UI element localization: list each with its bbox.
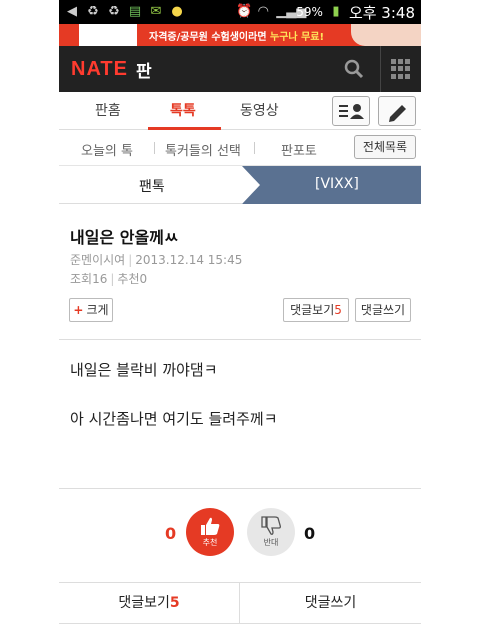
subtab-today[interactable]: 오늘의 톡 xyxy=(81,140,133,159)
bottom-comment-count: 5 xyxy=(169,595,180,611)
breadcrumb-shape xyxy=(59,166,421,204)
wifi-icon: ◠ xyxy=(257,4,269,19)
clock: 오후 3:48 xyxy=(348,3,415,22)
write-comment-button[interactable]: 댓글쓰기 xyxy=(355,298,411,322)
ad-banner[interactable]: 자격증/공무원 수험생이라면 누구나 무료! xyxy=(59,24,421,46)
battery-percent: 59% xyxy=(296,5,323,19)
mail-icon: ✉ xyxy=(150,4,162,19)
status-bar: ◀ ♻ ♻ ▤ ✉ ● ⏰ ◠ ▁▃▅ 59% ▮ 오후 3:48 xyxy=(59,0,421,24)
post-stats: 조회16 | 추천0 xyxy=(70,272,148,286)
subtab-separator xyxy=(254,142,255,154)
tab-talk[interactable]: 톡톡 xyxy=(170,100,196,120)
view-comments-label: 댓글보기 xyxy=(290,303,335,317)
post-author[interactable]: 준멘이시여 xyxy=(70,253,125,267)
user-list-icon xyxy=(339,104,364,119)
up-vote-count: 0 xyxy=(165,524,177,543)
font-bigger-label: 크게 xyxy=(86,303,109,317)
recommend-label: 추천 xyxy=(202,538,218,547)
oppose-label: 반대 xyxy=(263,538,279,547)
talk-icon: ● xyxy=(171,4,183,19)
font-bigger-button[interactable]: + 크게 xyxy=(69,298,113,322)
battery-icon: ▮ xyxy=(332,4,340,19)
bottom-view-comments-label: 댓글보기 xyxy=(118,595,170,611)
section-title[interactable]: 판 xyxy=(136,57,152,82)
post-body-line: 아 시간좀나면 여기도 들려주께ㅋ xyxy=(70,410,278,428)
recycle-icon: ♻ xyxy=(87,4,99,19)
bottom-view-comments-button[interactable]: 댓글보기5 xyxy=(59,583,239,623)
recycle-icon: ♻ xyxy=(108,4,120,19)
notification-icon: ◀ xyxy=(67,4,77,19)
views-label: 조회 xyxy=(70,272,93,286)
subtab-choice[interactable]: 톡커들의 선택 xyxy=(165,140,241,159)
breadcrumb: 팬톡 [VIXX] xyxy=(59,166,421,204)
pencil-icon xyxy=(389,105,406,122)
breadcrumb-fantalk[interactable]: 팬톡 xyxy=(139,176,165,196)
post-title: 내일은 안올께ㅆ xyxy=(70,228,179,247)
bottom-action-bar: 댓글보기5 댓글쓰기 xyxy=(59,582,421,624)
down-vote-count: 0 xyxy=(304,524,316,543)
bottom-write-comment-button[interactable]: 댓글쓰기 xyxy=(240,583,421,623)
recommend-count: 0 xyxy=(139,272,148,286)
tab-video[interactable]: 동영상 xyxy=(240,100,279,120)
comment-count: 5 xyxy=(334,303,342,317)
alarm-icon: ⏰ xyxy=(236,4,253,19)
ad-text: 자격증/공무원 수험생이라면 누구나 무료! xyxy=(149,31,325,43)
plus-icon: + xyxy=(73,303,84,317)
signal-icon: ▁▃▅ xyxy=(276,4,307,19)
views-count: 16 xyxy=(92,272,108,286)
app-header: NATE 판 xyxy=(59,46,421,92)
post-body-line: 내일은 블락비 까야댐ㅋ xyxy=(70,361,218,379)
main-tabs: 판홈 톡톡 동영상 xyxy=(59,92,421,130)
search-icon[interactable] xyxy=(343,58,365,80)
breadcrumb-vixx[interactable]: [VIXX] xyxy=(315,176,359,192)
ad-logo xyxy=(79,24,137,46)
body-divider xyxy=(59,488,421,489)
thumbs-up-icon xyxy=(201,517,220,535)
view-comments-button[interactable]: 댓글보기5 xyxy=(283,298,349,322)
sub-tabs: 오늘의 톡 톡커들의 선택 판포토 전체목록 xyxy=(59,130,421,166)
thumbs-down-icon xyxy=(261,516,281,535)
write-button[interactable] xyxy=(378,96,416,126)
recommend-button[interactable]: 추천 xyxy=(186,508,234,556)
grid-menu-icon[interactable] xyxy=(391,59,411,79)
tab-home[interactable]: 판홈 xyxy=(95,100,121,120)
header-divider xyxy=(380,46,381,92)
recommend-label: 추천 xyxy=(117,272,140,286)
subtab-photo[interactable]: 판포토 xyxy=(281,140,317,159)
my-page-button[interactable] xyxy=(332,96,370,126)
post-meta: 준멘이시여 | 2013.12.14 15:45 xyxy=(70,253,243,267)
ad-image xyxy=(351,24,421,46)
nate-logo[interactable]: NATE xyxy=(71,58,128,81)
content-divider xyxy=(59,339,421,340)
post-date: 2013.12.14 15:45 xyxy=(135,253,243,267)
oppose-button[interactable]: 반대 xyxy=(247,508,295,556)
subtab-separator xyxy=(154,142,155,154)
sim-icon: ▤ xyxy=(128,4,142,19)
all-list-button[interactable]: 전체목록 xyxy=(354,135,416,159)
